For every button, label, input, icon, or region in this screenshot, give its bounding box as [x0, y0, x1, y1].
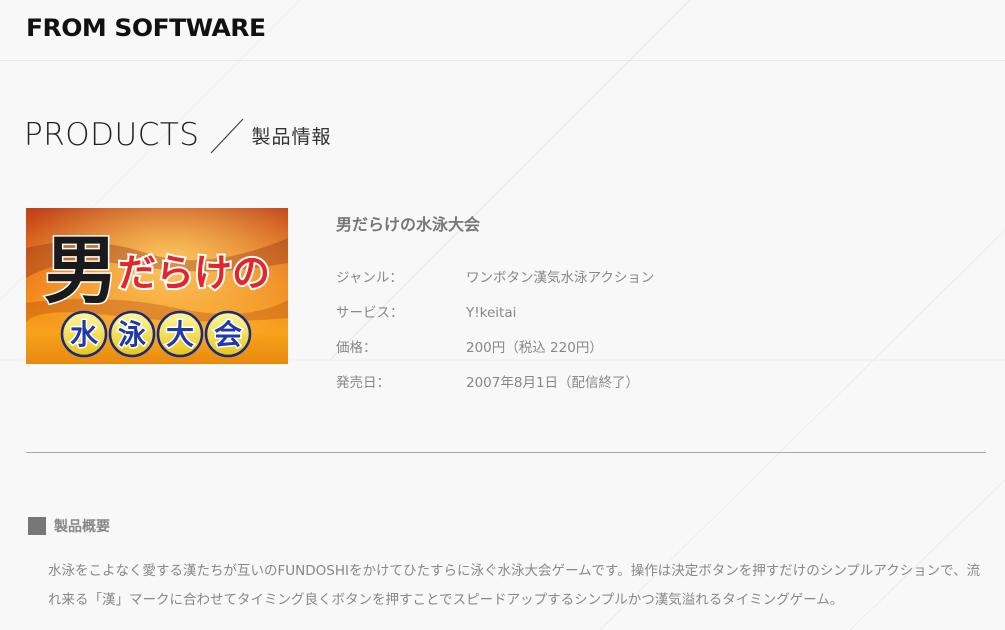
spec-label: ジャンル：	[336, 270, 403, 286]
site-header: FROM SOFTWARE	[0, 0, 1005, 61]
spec-row-price: 価格： 200円（税込 220円）	[336, 336, 654, 371]
overview-description: 水泳をこよなく愛する漢たちが互いのFUNDOSHIをかけてひたすらに泳ぐ水泳大会…	[48, 563, 981, 608]
svg-text:男: 男	[44, 228, 118, 314]
product-title: 男だらけの水泳大会	[336, 215, 481, 234]
product-specs: ジャンル： ワンボタン漢気水泳アクション サービス： Y!keitai 価格： …	[336, 266, 654, 406]
product-thumbnail: 男 だらけの 水 泳 大 会	[26, 208, 288, 364]
spec-label: 発売日：	[336, 375, 390, 391]
svg-text:会: 会	[214, 318, 242, 351]
fromsoftware-logo[interactable]: FROM SOFTWARE	[26, 14, 266, 42]
svg-text:だらけの: だらけの	[118, 251, 270, 295]
spec-value: Y!keitai	[466, 305, 517, 321]
svg-text:泳: 泳	[118, 318, 146, 351]
page-heading-ja: 製品情報	[251, 125, 332, 148]
page-heading: PRODUCTS 製品情報	[24, 112, 331, 158]
spec-label: 価格：	[336, 340, 377, 356]
spec-value: 2007年8月1日（配信終了）	[466, 375, 640, 391]
page-heading-en: PRODUCTS	[24, 117, 200, 153]
spec-value: 200円（税込 220円）	[466, 340, 603, 356]
spec-row-service: サービス： Y!keitai	[336, 301, 654, 336]
spec-label: サービス：	[336, 305, 404, 321]
spec-row-release-date: 発売日： 2007年8月1日（配信終了）	[336, 371, 654, 406]
section-divider	[26, 452, 986, 453]
svg-text:大: 大	[166, 318, 194, 351]
svg-text:水: 水	[70, 318, 99, 351]
overview-heading: 製品概要	[28, 516, 110, 536]
square-bullet-icon	[28, 517, 46, 535]
spec-row-genre: ジャンル： ワンボタン漢気水泳アクション	[336, 266, 654, 301]
spec-value: ワンボタン漢気水泳アクション	[466, 270, 655, 286]
overview-label: 製品概要	[54, 519, 110, 535]
slash-divider-icon	[211, 118, 244, 154]
